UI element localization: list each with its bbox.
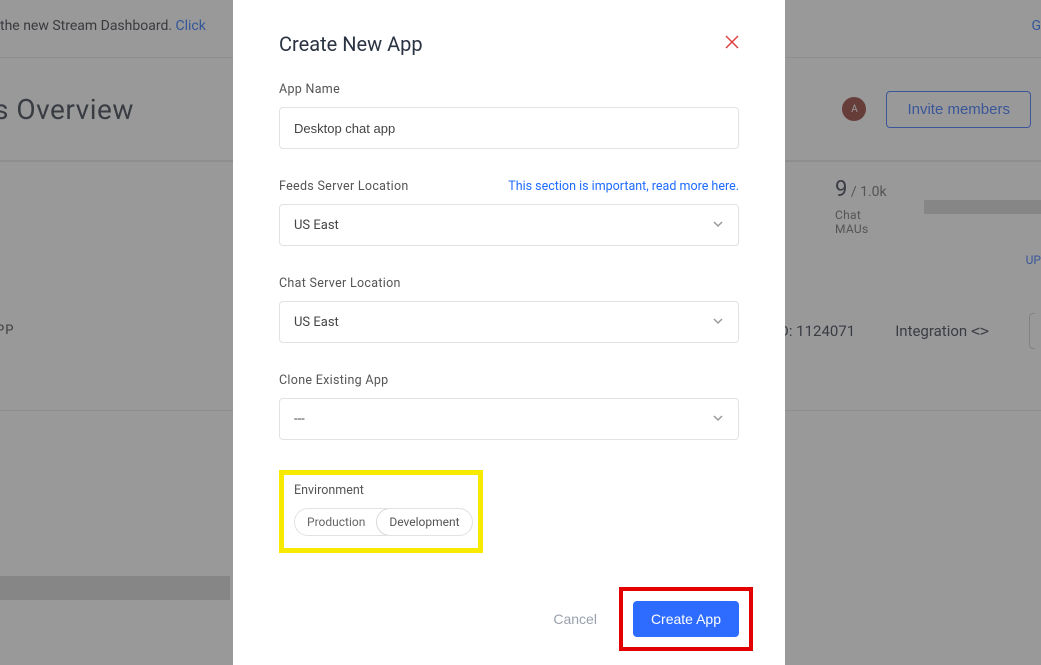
environment-option-production[interactable]: Production xyxy=(295,509,377,535)
cancel-button[interactable]: Cancel xyxy=(537,601,613,637)
chevron-down-icon xyxy=(712,315,724,330)
clone-app-field: Clone Existing App --- xyxy=(279,373,739,440)
app-name-label: App Name xyxy=(279,82,340,97)
clone-app-value: --- xyxy=(294,412,305,427)
feeds-location-select[interactable]: US East xyxy=(279,204,739,246)
create-app-modal: Create New App App Name Feeds Server Loc… xyxy=(233,0,785,665)
close-icon[interactable] xyxy=(725,35,739,53)
environment-toggle[interactable]: Production Development xyxy=(294,508,473,536)
chevron-down-icon xyxy=(712,412,724,427)
app-name-input[interactable] xyxy=(279,107,739,149)
chevron-down-icon xyxy=(712,218,724,233)
environment-label: Environment xyxy=(294,483,468,498)
feeds-help-link[interactable]: This section is important, read more her… xyxy=(508,179,739,194)
environment-option-development[interactable]: Development xyxy=(376,508,472,536)
environment-highlight-box: Environment Production Development xyxy=(279,470,483,553)
feeds-location-field: Feeds Server Location This section is im… xyxy=(279,179,739,246)
chat-location-value: US East xyxy=(294,315,339,330)
chat-location-label: Chat Server Location xyxy=(279,276,401,291)
feeds-location-value: US East xyxy=(294,218,339,233)
app-name-field: App Name xyxy=(279,82,739,149)
clone-app-select[interactable]: --- xyxy=(279,398,739,440)
chat-location-select[interactable]: US East xyxy=(279,301,739,343)
modal-title: Create New App xyxy=(279,32,423,56)
chat-location-field: Chat Server Location US East xyxy=(279,276,739,343)
create-app-button[interactable]: Create App xyxy=(633,601,739,637)
feeds-location-label: Feeds Server Location xyxy=(279,179,409,194)
create-app-highlight-box: Create App xyxy=(619,587,753,651)
clone-app-label: Clone Existing App xyxy=(279,373,388,388)
